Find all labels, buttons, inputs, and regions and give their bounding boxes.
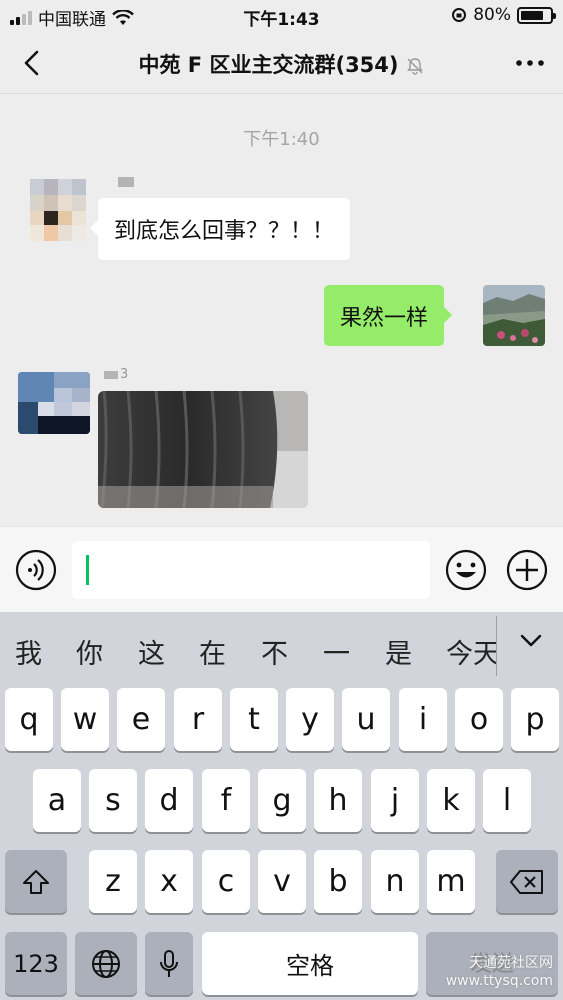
emoji-icon[interactable]: [445, 549, 487, 591]
candidate-word[interactable]: 你: [76, 632, 103, 671]
candidate-word[interactable]: 是: [385, 632, 412, 671]
message-bubble-self[interactable]: 果然一样: [324, 285, 453, 346]
key-c[interactable]: c: [202, 850, 250, 913]
key-j[interactable]: j: [371, 769, 419, 832]
chat-header: 中苑 F 区业主交流群(354): [0, 32, 563, 94]
globe-key[interactable]: [75, 932, 137, 995]
key-f[interactable]: f: [202, 769, 250, 832]
status-bar: 中国联通 下午1:43 80%: [0, 0, 563, 32]
key-l[interactable]: l: [483, 769, 531, 832]
key-k[interactable]: k: [427, 769, 475, 832]
shift-key[interactable]: [5, 850, 67, 913]
more-dots-icon[interactable]: [513, 50, 547, 76]
text-cursor: [86, 555, 89, 585]
keyboard: 我 你 这 在 不 一 是 今天 q w e r t y u i o p a s…: [0, 612, 563, 1000]
key-s[interactable]: s: [89, 769, 137, 832]
key-r[interactable]: r: [174, 688, 222, 751]
chevron-down-icon[interactable]: [519, 630, 543, 650]
key-d[interactable]: d: [145, 769, 193, 832]
key-e[interactable]: e: [117, 688, 165, 751]
candidate-word[interactable]: 不: [261, 632, 288, 671]
key-q[interactable]: q: [5, 688, 53, 751]
group-name: 中苑 F 区业主交流群(354): [138, 53, 399, 77]
battery-percent: 80%: [473, 5, 511, 25]
candidate-divider: [496, 616, 497, 676]
avatar[interactable]: [18, 179, 90, 241]
key-v[interactable]: v: [258, 850, 306, 913]
candidate-bar: 我 你 这 在 不 一 是 今天: [0, 612, 563, 684]
sender-name: [118, 177, 134, 187]
key-i[interactable]: i: [399, 688, 447, 751]
message-timestamp: 下午1:40: [243, 129, 320, 150]
backspace-icon: [510, 869, 543, 894]
key-a[interactable]: a: [33, 769, 81, 832]
watermark: 天通苑社区网 www.ttysq.com: [446, 954, 553, 990]
watermark-line: www.ttysq.com: [445, 973, 553, 989]
message-image[interactable]: [98, 391, 308, 508]
candidate-word[interactable]: 今天: [446, 632, 496, 671]
voice-icon[interactable]: [15, 549, 57, 591]
key-t[interactable]: t: [230, 688, 278, 751]
message-list[interactable]: 下午1:40 到底怎么回事？？！！ 果然一样 3: [0, 95, 563, 526]
chat-title: 中苑 F 区业主交流群(354): [0, 49, 563, 79]
self-avatar[interactable]: [483, 285, 545, 346]
candidate-word[interactable]: 一: [323, 632, 350, 671]
bell-off-icon: [406, 58, 423, 75]
key-p[interactable]: p: [511, 688, 559, 751]
delete-key[interactable]: [496, 850, 558, 913]
key-y[interactable]: y: [286, 688, 334, 751]
candidate-word[interactable]: 我: [15, 632, 42, 671]
key-m[interactable]: m: [427, 850, 475, 913]
key-u[interactable]: u: [342, 688, 390, 751]
key-z[interactable]: z: [89, 850, 137, 913]
plus-circle-icon[interactable]: [506, 549, 548, 591]
avatar[interactable]: [18, 372, 90, 434]
microphone-icon: [160, 949, 178, 977]
sender-name: 3: [104, 367, 128, 382]
numbers-key[interactable]: 123: [5, 932, 67, 995]
key-b[interactable]: b: [314, 850, 362, 913]
message-text: 果然一样: [340, 305, 429, 331]
dictation-key[interactable]: [145, 932, 193, 995]
shift-icon: [23, 869, 49, 894]
orientation-lock-icon: [452, 8, 467, 22]
key-o[interactable]: o: [455, 688, 503, 751]
key-h[interactable]: h: [314, 769, 362, 832]
key-x[interactable]: x: [145, 850, 193, 913]
message-text: 到底怎么回事？？！！: [114, 219, 335, 244]
globe-icon: [92, 949, 120, 978]
watermark-line: 天通苑社区网: [469, 955, 553, 971]
battery-icon: [517, 6, 556, 24]
space-key[interactable]: 空格: [202, 932, 418, 995]
key-n[interactable]: n: [371, 850, 419, 913]
key-w[interactable]: w: [61, 688, 109, 751]
composer-bar: [0, 526, 563, 612]
candidate-word[interactable]: 在: [199, 632, 226, 671]
message-input[interactable]: [72, 541, 430, 599]
candidate-word[interactable]: 这: [138, 632, 165, 671]
message-bubble[interactable]: 到底怎么回事？？！！: [89, 198, 351, 260]
key-g[interactable]: g: [258, 769, 306, 832]
